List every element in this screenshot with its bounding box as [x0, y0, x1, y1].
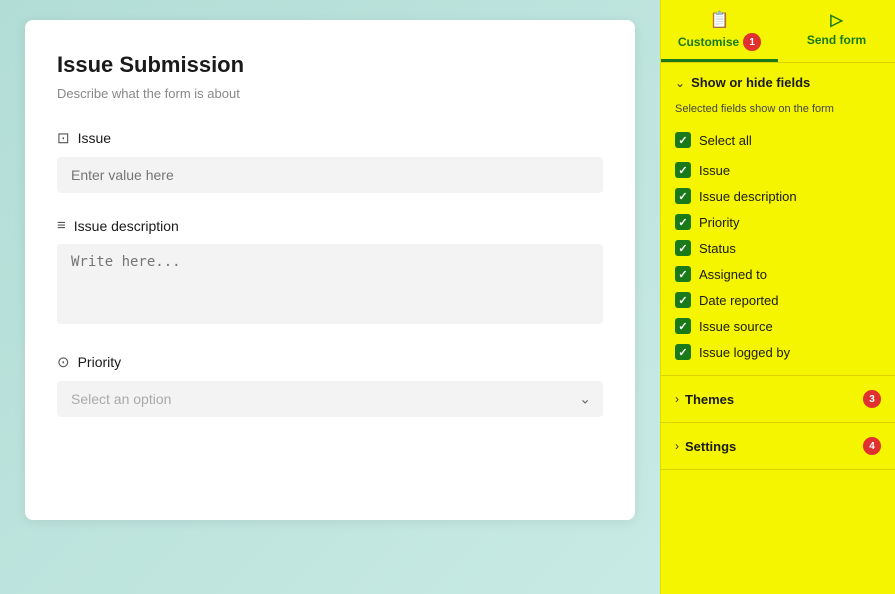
issue-input[interactable]: [57, 157, 603, 193]
cb-box-0: ✓: [675, 162, 691, 178]
field-checkbox-4[interactable]: ✓ Assigned to: [675, 261, 881, 287]
checkmark-0: ✓: [678, 164, 687, 177]
cb-label-7: Issue logged by: [699, 345, 790, 360]
cb-label-5: Date reported: [699, 293, 779, 308]
checkmark-4: ✓: [678, 268, 687, 281]
show-hide-section: ⌄ Show or hide fields Selected fields sh…: [661, 63, 895, 376]
settings-section-header[interactable]: › Settings 4: [661, 423, 895, 469]
customise-tab-label: Customise: [678, 35, 739, 49]
select-all-cb-box: ✓: [675, 132, 691, 148]
priority-field: ⊙ Priority Select an option ⌄: [57, 353, 603, 417]
issue-description-textarea[interactable]: [57, 244, 603, 324]
cb-box-4: ✓: [675, 266, 691, 282]
settings-section-title: Settings: [685, 439, 857, 454]
customise-tab-badge: 1: [743, 33, 761, 51]
settings-section: › Settings 4: [661, 423, 895, 470]
checkmark-1: ✓: [678, 190, 687, 203]
right-panel: 📋 Customise 1 ▷ Send form ⌄ Show or hide…: [660, 0, 895, 594]
tab-send-form[interactable]: ▷ Send form: [778, 0, 895, 62]
send-form-tab-label: Send form: [807, 33, 866, 47]
themes-chevron-icon: ›: [675, 392, 679, 406]
issue-field: ⊡ Issue: [57, 129, 603, 193]
checkmark-5: ✓: [678, 294, 687, 307]
cb-box-6: ✓: [675, 318, 691, 334]
field-checkbox-7[interactable]: ✓ Issue logged by: [675, 339, 881, 365]
priority-label: ⊙ Priority: [57, 353, 603, 371]
priority-icon: ⊙: [57, 353, 70, 371]
field-checkboxes: ✓ Issue ✓ Issue description ✓ Priority ✓ Status…: [675, 157, 881, 365]
customise-tab-icon: 📋: [710, 10, 730, 30]
themes-section-header[interactable]: › Themes 3: [661, 376, 895, 422]
cb-label-4: Assigned to: [699, 267, 767, 282]
issue-description-icon: ≡: [57, 217, 66, 234]
cb-box-2: ✓: [675, 214, 691, 230]
settings-chevron-icon: ›: [675, 439, 679, 453]
show-hide-section-title: Show or hide fields: [691, 75, 810, 90]
cb-label-2: Priority: [699, 215, 739, 230]
issue-description-label: ≡ Issue description: [57, 217, 603, 234]
themes-badge: 3: [863, 390, 881, 408]
field-checkbox-3[interactable]: ✓ Status: [675, 235, 881, 261]
cb-label-0: Issue: [699, 163, 730, 178]
themes-section: › Themes 3: [661, 376, 895, 423]
field-checkbox-0[interactable]: ✓ Issue: [675, 157, 881, 183]
issue-description-field: ≡ Issue description: [57, 217, 603, 329]
cb-label-1: Issue description: [699, 189, 797, 204]
right-content: ⌄ Show or hide fields Selected fields sh…: [661, 63, 895, 594]
left-panel: Issue Submission Describe what the form …: [0, 0, 660, 594]
send-form-tab-icon: ▷: [830, 10, 842, 30]
show-hide-section-body: Selected fields show on the form ✓ Selec…: [661, 102, 895, 375]
field-checkbox-1[interactable]: ✓ Issue description: [675, 183, 881, 209]
select-all-checkmark: ✓: [678, 134, 687, 147]
priority-select-wrapper: Select an option ⌄: [57, 381, 603, 417]
form-card: Issue Submission Describe what the form …: [25, 20, 635, 520]
cb-box-7: ✓: [675, 344, 691, 360]
select-all-checkbox[interactable]: ✓ Select all: [675, 127, 881, 153]
field-checkbox-6[interactable]: ✓ Issue source: [675, 313, 881, 339]
show-hide-section-header[interactable]: ⌄ Show or hide fields: [661, 63, 895, 102]
form-subtitle: Describe what the form is about: [57, 86, 603, 101]
cb-box-5: ✓: [675, 292, 691, 308]
issue-field-label: ⊡ Issue: [57, 129, 603, 147]
right-tabs: 📋 Customise 1 ▷ Send form: [661, 0, 895, 63]
checkmark-3: ✓: [678, 242, 687, 255]
cb-label-3: Status: [699, 241, 736, 256]
checkmark-7: ✓: [678, 346, 687, 359]
themes-section-title: Themes: [685, 392, 857, 407]
field-checkbox-2[interactable]: ✓ Priority: [675, 209, 881, 235]
field-checkbox-5[interactable]: ✓ Date reported: [675, 287, 881, 313]
form-title: Issue Submission: [57, 52, 603, 78]
checkmark-2: ✓: [678, 216, 687, 229]
show-hide-chevron-icon: ⌄: [675, 76, 685, 90]
cb-box-3: ✓: [675, 240, 691, 256]
cb-box-1: ✓: [675, 188, 691, 204]
show-hide-hint: Selected fields show on the form: [675, 102, 881, 117]
checkmark-6: ✓: [678, 320, 687, 333]
tab-customise[interactable]: 📋 Customise 1: [661, 0, 778, 62]
select-all-label: Select all: [699, 133, 752, 148]
issue-field-icon: ⊡: [57, 129, 70, 147]
settings-badge: 4: [863, 437, 881, 455]
cb-label-6: Issue source: [699, 319, 773, 334]
priority-select[interactable]: Select an option: [57, 381, 603, 417]
